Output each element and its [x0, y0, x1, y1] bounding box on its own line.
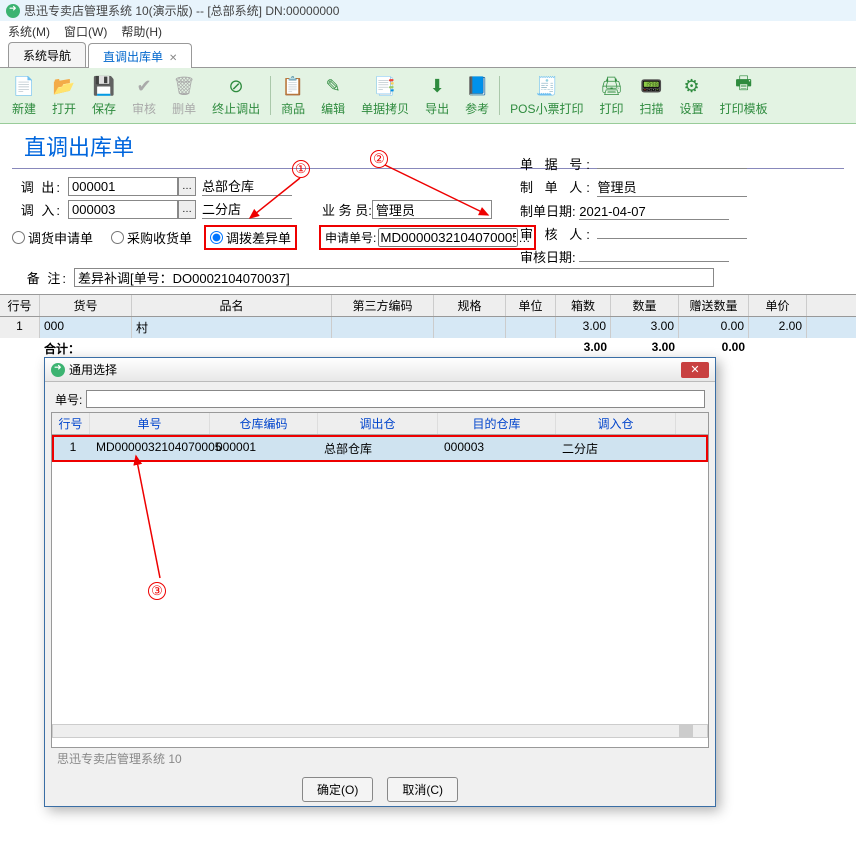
tool-save[interactable]: 💾保存	[84, 72, 124, 119]
dialog-cancel-button[interactable]: 取消(C)	[387, 777, 458, 802]
menu-window[interactable]: 窗口(W)	[64, 23, 107, 40]
in-lookup-button[interactable]: …	[178, 200, 196, 219]
tool-ref[interactable]: 📘参考	[457, 72, 497, 119]
scan-icon: 📟	[640, 74, 664, 98]
date-label: 制单日期:	[520, 204, 576, 219]
dialog-search-label: 单号:	[55, 391, 82, 408]
tool-pos[interactable]: 🧾POS小票打印	[502, 72, 591, 119]
out-code-input[interactable]	[68, 177, 178, 196]
biz-label: 业 务 员:	[322, 200, 372, 219]
radio-request[interactable]: 调货申请单	[12, 228, 93, 247]
radio-diff-highlight: 调拨差异单	[204, 225, 297, 250]
trash-icon: 🗑	[172, 74, 196, 98]
tool-settings[interactable]: ⚙设置	[672, 72, 712, 119]
tool-print[interactable]: 🖨打印	[592, 72, 632, 119]
radio-purchase[interactable]: 采购收货单	[111, 228, 192, 247]
tool-new[interactable]: 📄新建	[4, 72, 44, 119]
tool-template[interactable]: 🖶打印模板	[712, 72, 776, 119]
auditor-value	[597, 238, 747, 239]
audit-date-label: 审核日期:	[520, 250, 576, 265]
tool-delete[interactable]: 🗑删单	[164, 72, 204, 119]
edit-icon: ✎	[321, 74, 345, 98]
ref-icon: 📘	[465, 74, 489, 98]
copy-icon: 📑	[373, 74, 397, 98]
remark-input[interactable]	[74, 268, 714, 287]
tab-current[interactable]: 直调出库单	[88, 43, 192, 68]
dialog-list: 行号 单号 仓库编码 调出仓 目的仓库 调入仓 1 MD000003210407…	[51, 412, 709, 748]
template-icon: 🖶	[732, 74, 756, 98]
tool-open[interactable]: 📂打开	[44, 72, 84, 119]
window-title: 思迅专卖店管理系统 10(演示版) -- [总部系统] DN:00000000	[24, 2, 339, 19]
toolbar: 📄新建 📂打开 💾保存 ✔审核 🗑删单 ⊘终止调出 📋商品 ✎编辑 📑单据拷贝 …	[0, 68, 856, 124]
check-icon: ✔	[132, 74, 156, 98]
lookup-dialog: 通用选择 ✕ 单号: 行号 单号 仓库编码 调出仓 目的仓库 调入仓 1 MD0…	[44, 357, 716, 807]
out-name: 总部仓库	[202, 176, 292, 196]
dialog-ok-button[interactable]: 确定(O)	[302, 777, 373, 802]
apply-field-highlight: 申请单号: …	[319, 225, 536, 250]
right-info: 单 据 号: 制 单 人: 管理员 制单日期: 2021-04-07 审 核 人…	[520, 150, 747, 270]
tool-scan[interactable]: 📟扫描	[632, 72, 672, 119]
grid-row[interactable]: 1 000 村 3.00 3.00 0.00 2.00	[0, 317, 856, 338]
tool-export[interactable]: ⬇导出	[417, 72, 457, 119]
save-icon: 💾	[92, 74, 116, 98]
out-lookup-button[interactable]: …	[178, 177, 196, 196]
dialog-title: 通用选择	[69, 361, 117, 378]
out-label: 调 出:	[12, 177, 62, 196]
audit-date-value	[579, 261, 729, 262]
auditor-label: 审 核 人:	[520, 227, 594, 242]
receipt-icon: 🧾	[535, 74, 559, 98]
in-label: 调 入:	[12, 200, 62, 219]
app-icon	[6, 4, 20, 18]
tool-audit[interactable]: ✔审核	[124, 72, 164, 119]
apply-label: 申请单号:	[325, 229, 376, 246]
tool-product[interactable]: 📋商品	[273, 72, 313, 119]
menu-system[interactable]: 系统(M)	[8, 23, 50, 40]
dialog-status: 思迅专卖店管理系统 10	[51, 748, 709, 769]
tab-nav[interactable]: 系统导航	[8, 42, 86, 67]
radio-diff[interactable]: 调拨差异单	[210, 228, 291, 247]
print-icon: 🖨	[600, 74, 624, 98]
grid-header: 行号 货号 品名 第三方编码 规格 单位 箱数 数量 赠送数量 单价	[0, 294, 856, 317]
dialog-icon	[51, 363, 65, 377]
doc-no-label: 单 据 号:	[520, 157, 594, 172]
doc-no-value	[597, 168, 747, 169]
in-code-input[interactable]	[68, 200, 178, 219]
open-icon: 📂	[52, 74, 76, 98]
dialog-row-highlight: 1 MD0000032104070005 000001 总部仓库 000003 …	[52, 435, 708, 462]
window-title-bar: 思迅专卖店管理系统 10(演示版) -- [总部系统] DN:00000000	[0, 0, 856, 21]
menu-help[interactable]: 帮助(H)	[121, 23, 162, 40]
biz-input[interactable]	[372, 200, 492, 219]
maker-value: 管理员	[597, 177, 747, 197]
grid-total: 合计： 3.00 3.00 0.00	[0, 338, 856, 359]
date-value: 2021-04-07	[579, 204, 729, 220]
remark-label: 备 注:	[12, 268, 68, 287]
menu-bar: 系统(M) 窗口(W) 帮助(H)	[0, 21, 856, 42]
stop-icon: ⊘	[224, 74, 248, 98]
plus-icon: 📄	[12, 74, 36, 98]
tool-stop[interactable]: ⊘终止调出	[204, 72, 268, 119]
dialog-search-input[interactable]	[86, 390, 705, 408]
tool-edit[interactable]: ✎编辑	[313, 72, 353, 119]
dialog-title-bar: 通用选择 ✕	[45, 358, 715, 382]
dialog-close-button[interactable]: ✕	[681, 362, 709, 378]
dialog-row[interactable]: 1 MD0000032104070005 000001 总部仓库 000003 …	[54, 437, 706, 460]
in-name: 二分店	[202, 199, 292, 219]
export-icon: ⬇	[425, 74, 449, 98]
tab-bar: 系统导航 直调出库单	[0, 42, 856, 68]
apply-input[interactable]	[378, 228, 518, 247]
dialog-list-header: 行号 单号 仓库编码 调出仓 目的仓库 调入仓	[52, 413, 708, 435]
dialog-scrollbar[interactable]	[52, 724, 708, 738]
product-icon: 📋	[281, 74, 305, 98]
tool-copy[interactable]: 📑单据拷贝	[353, 72, 417, 119]
maker-label: 制 单 人:	[520, 180, 594, 195]
gear-icon: ⚙	[680, 74, 704, 98]
